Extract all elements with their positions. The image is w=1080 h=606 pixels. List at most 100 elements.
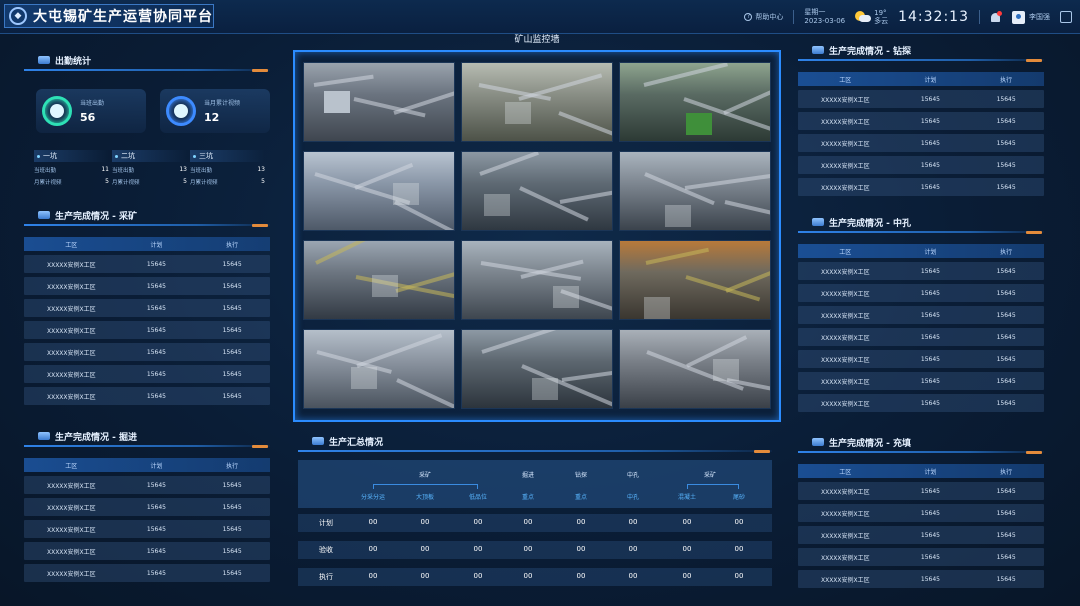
section-icon — [812, 438, 824, 446]
camera-feed[interactable] — [461, 62, 613, 142]
table-row[interactable]: XXXXX安例X工区 15645 15645 — [798, 284, 1044, 302]
section-icon — [38, 432, 50, 440]
pit-value: 13 — [179, 166, 187, 173]
section-icon — [312, 437, 324, 445]
table-row[interactable]: XXXXX安例X工区 15645 15645 — [24, 520, 270, 538]
user-name: 李国强 — [1029, 13, 1050, 21]
table-cell: 15645 — [920, 267, 940, 275]
summary-group-header: 钻探 — [574, 472, 588, 479]
table-cell: XXXXX安例X工区 — [46, 261, 96, 269]
table-row[interactable]: XXXXX安例X工区 15645 15645 — [798, 548, 1044, 566]
column-header: 工区 — [65, 241, 78, 249]
pit-value: 11 — [101, 166, 109, 173]
summary-cell: 00 — [473, 518, 483, 526]
summary-cell: 00 — [523, 572, 533, 580]
fill-table: 工区 计划 执行 XXXXX安例X工区 15645 15645 XXXXX安例X工区 1564… — [798, 464, 1044, 588]
column-header: 执行 — [1000, 76, 1013, 84]
summary-row[interactable]: 计划 00 00 00 00 00 00 00 00 — [298, 514, 772, 532]
summary-table-header: 采矿 掘进 钻探 中孔 采矿 分采分运 大顶板 低品位 重点 重点 中孔 混凝土 尾砂 — [298, 460, 772, 508]
camera-feed[interactable] — [619, 151, 771, 231]
camera-feed[interactable] — [619, 240, 771, 320]
drill-panel: 生产完成情况 - 钻探 — [798, 42, 1044, 62]
table-row[interactable]: XXXXX安例X工区 15645 15645 — [798, 350, 1044, 368]
table-row[interactable]: XXXXX安例X工区 15645 15645 — [798, 526, 1044, 544]
table-cell: 15645 — [146, 304, 166, 312]
table-cell: XXXXX安例X工区 — [820, 140, 870, 148]
table-cell: XXXXX安例X工区 — [46, 526, 96, 534]
attendance-title: 出勤统计 — [24, 52, 270, 72]
header-right: ? 帮助中心 星期一 2023-03-06 19° 多云 14:32:13 李国… — [744, 5, 1072, 29]
table-row[interactable]: XXXXX安例X工区 15645 15645 — [24, 343, 270, 361]
summary-row[interactable]: 验收 00 00 00 00 00 00 00 00 — [298, 541, 772, 559]
bar-chart-icon — [166, 96, 196, 126]
table-cell: 15645 — [920, 139, 940, 147]
notification-bell-icon[interactable] — [990, 11, 1002, 23]
table-row[interactable]: XXXXX安例X工区 15645 15645 — [798, 482, 1044, 500]
camera-feed[interactable] — [619, 62, 771, 142]
summary-group-header: 采矿 — [703, 472, 717, 479]
table-row[interactable]: XXXXX安例X工区 15645 15645 — [24, 564, 270, 582]
summary-cell: 00 — [682, 518, 692, 526]
table-row[interactable]: XXXXX安例X工区 15645 15645 — [24, 277, 270, 295]
table-row[interactable]: XXXXX安例X工区 15645 15645 — [798, 328, 1044, 346]
column-header: 执行 — [1000, 248, 1013, 256]
summary-row[interactable]: 执行 00 00 00 00 00 00 00 00 — [298, 568, 772, 586]
table-row[interactable]: XXXXX安例X工区 15645 15645 — [24, 387, 270, 405]
table-header: 工区 计划 执行 — [24, 458, 270, 472]
table-cell: 15645 — [920, 377, 940, 385]
pit-label: 月累计视频 — [190, 180, 218, 186]
table-row[interactable]: XXXXX安例X工区 15645 15645 — [24, 321, 270, 339]
camera-feed[interactable] — [619, 329, 771, 409]
table-row[interactable]: XXXXX安例X工区 15645 15645 — [24, 542, 270, 560]
table-row[interactable]: XXXXX安例X工区 15645 15645 — [24, 255, 270, 273]
camera-feed[interactable] — [461, 329, 613, 409]
table-cell: 15645 — [222, 569, 242, 577]
table-cell: 15645 — [146, 260, 166, 268]
pit-label: 月累计视频 — [34, 180, 62, 186]
summary-sub-header: 混凝土 — [677, 494, 697, 501]
table-row[interactable]: XXXXX安例X工区 15645 15645 — [798, 504, 1044, 522]
table-cell: 15645 — [146, 547, 166, 555]
help-center-link[interactable]: ? 帮助中心 — [744, 12, 783, 22]
summary-cell: 00 — [368, 518, 378, 526]
hole-panel: 生产完成情况 - 中孔 — [798, 214, 1044, 234]
pit-1: 一坑 当班出勤 11 月累计视频 5 — [34, 150, 109, 186]
table-header: 工区 计划 执行 — [798, 72, 1044, 86]
pit-value: 13 — [257, 166, 265, 173]
table-row[interactable]: XXXXX安例X工区 15645 15645 — [798, 112, 1044, 130]
pit-value: 5 — [183, 178, 187, 185]
table-cell: XXXXX安例X工区 — [46, 570, 96, 578]
table-row[interactable]: XXXXX安例X工区 15645 15645 — [24, 299, 270, 317]
table-row[interactable]: XXXXX安例X工区 15645 15645 — [24, 498, 270, 516]
table-row[interactable]: XXXXX安例X工区 15645 15645 — [798, 134, 1044, 152]
camera-feed[interactable] — [303, 329, 455, 409]
divider — [793, 10, 795, 24]
table-row[interactable]: XXXXX安例X工区 15645 15645 — [24, 365, 270, 383]
camera-feed[interactable] — [303, 240, 455, 320]
table-row[interactable]: XXXXX安例X工区 15645 15645 — [798, 570, 1044, 588]
table-row[interactable]: XXXXX安例X工区 15645 15645 — [798, 156, 1044, 174]
user-menu[interactable]: 李国强 — [1012, 10, 1050, 24]
summary-sub-header: 重点 — [574, 494, 588, 501]
table-cell: XXXXX安例X工区 — [820, 162, 870, 170]
camera-feed[interactable] — [461, 240, 613, 320]
tunnel-panel: 生产完成情况 - 掘进 — [24, 428, 270, 448]
camera-feed[interactable] — [461, 151, 613, 231]
table-cell: XXXXX安例X工区 — [820, 356, 870, 364]
table-row[interactable]: XXXXX安例X工区 15645 15645 — [798, 178, 1044, 196]
divider — [979, 10, 980, 24]
camera-feed[interactable] — [303, 151, 455, 231]
column-header: 计划 — [924, 468, 937, 476]
table-row[interactable]: XXXXX安例X工区 15645 15645 — [798, 372, 1044, 390]
table-cell: 15645 — [146, 392, 166, 400]
table-cell: 15645 — [920, 399, 940, 407]
table-row[interactable]: XXXXX安例X工区 15645 15645 — [798, 90, 1044, 108]
table-row[interactable]: XXXXX安例X工区 15645 15645 — [798, 394, 1044, 412]
date-text: 2023-03-06 — [804, 17, 846, 25]
camera-feed[interactable] — [303, 62, 455, 142]
table-row[interactable]: XXXXX安例X工区 15645 15645 — [798, 306, 1044, 324]
table-row[interactable]: XXXXX安例X工区 15645 15645 — [24, 476, 270, 494]
table-cell: XXXXX安例X工区 — [46, 349, 96, 357]
logout-icon[interactable] — [1060, 11, 1072, 23]
table-row[interactable]: XXXXX安例X工区 15645 15645 — [798, 262, 1044, 280]
